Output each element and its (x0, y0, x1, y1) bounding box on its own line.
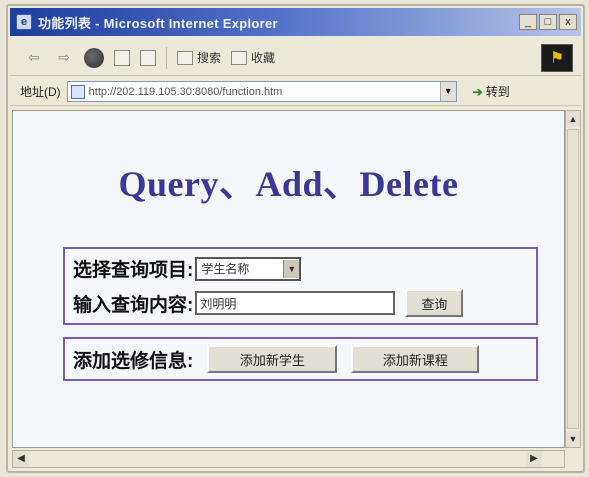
search-label: 搜索 (197, 51, 222, 65)
address-url: http://202.119.105.30:8080/function.htm (88, 85, 283, 98)
add-panel: 添加选修信息: 添加新学生 添加新课程 (63, 337, 538, 381)
chevron-down-icon[interactable]: ▼ (283, 259, 300, 278)
address-label: 地址(D) (20, 85, 61, 99)
query-item-select[interactable]: 学生名称 ▼ (195, 256, 302, 281)
page-content: Query、Add、Delete 选择查询项目: 学生名称 ▼ 输入查询内容: … (12, 110, 565, 448)
browser-window: e 功能列表 - Microsoft Internet Explorer _ □… (6, 4, 585, 473)
favorites-button[interactable]: 收藏 (231, 49, 275, 66)
favorites-label: 收藏 (251, 51, 276, 65)
horizontal-scrollbar[interactable]: ◀ ▶ (12, 450, 565, 468)
vertical-scrollbar[interactable]: ▲ ▼ (565, 110, 581, 448)
stop-icon[interactable] (84, 47, 104, 68)
toolbar-divider (166, 46, 167, 69)
address-bar: 地址(D) http://202.119.105.30:8080/functio… (10, 78, 581, 106)
favorites-icon (231, 50, 248, 65)
add-label: 添加选修信息: (73, 350, 194, 372)
page-icon (70, 84, 85, 99)
minimize-button[interactable]: _ (519, 14, 537, 30)
scroll-down-icon[interactable]: ▼ (566, 431, 580, 447)
add-course-button[interactable]: 添加新课程 (351, 345, 480, 373)
select-value: 学生名称 (201, 262, 250, 276)
forward-arrow-icon[interactable]: ⇨ (54, 48, 74, 68)
toolbar: ⇦ ⇨ 搜索 收藏 ⚑ (10, 40, 581, 76)
windows-logo-icon: ⚑ (541, 43, 573, 72)
search-icon (177, 50, 193, 65)
scroll-left-icon[interactable]: ◀ (13, 451, 29, 467)
scroll-up-icon[interactable]: ▲ (566, 111, 580, 127)
scroll-right-icon[interactable]: ▶ (526, 451, 542, 467)
query-panel: 选择查询项目: 学生名称 ▼ 输入查询内容: 刘明明 查询 (63, 247, 538, 325)
add-student-button[interactable]: 添加新学生 (207, 345, 338, 373)
query-item-row: 选择查询项目: 学生名称 ▼ (73, 255, 302, 282)
close-button[interactable]: x (559, 14, 577, 30)
refresh-icon[interactable] (114, 49, 130, 66)
go-label: 转到 (485, 85, 510, 99)
query-content-row: 输入查询内容: 刘明明 查询 (73, 289, 464, 317)
query-content-input[interactable]: 刘明明 (195, 291, 396, 315)
add-row: 添加选修信息: 添加新学生 添加新课程 (73, 345, 480, 373)
ie-icon: e (16, 14, 32, 30)
search-button[interactable]: 搜索 (177, 49, 221, 66)
input-label: 输入查询内容: (73, 294, 194, 316)
window-controls: _ □ x (519, 14, 577, 30)
address-input[interactable]: http://202.119.105.30:8080/function.htm … (66, 81, 457, 102)
chevron-down-icon[interactable]: ▼ (439, 82, 456, 101)
home-icon[interactable] (140, 49, 156, 66)
maximize-button[interactable]: □ (539, 14, 557, 30)
window-title: 功能列表 - Microsoft Internet Explorer (38, 15, 278, 31)
title-bar[interactable]: e 功能列表 - Microsoft Internet Explorer _ □… (10, 8, 581, 36)
vertical-scroll-thumb[interactable] (567, 129, 579, 429)
select-label: 选择查询项目: (73, 260, 194, 281)
page-title: Query、Add、Delete (118, 164, 459, 204)
toolbar-right: ⚑ (541, 43, 573, 72)
back-arrow-icon[interactable]: ⇦ (24, 48, 44, 68)
go-arrow-icon: ➔ (472, 84, 483, 99)
go-button[interactable]: ➔ 转到 (473, 83, 510, 100)
query-button[interactable]: 查询 (405, 289, 464, 317)
